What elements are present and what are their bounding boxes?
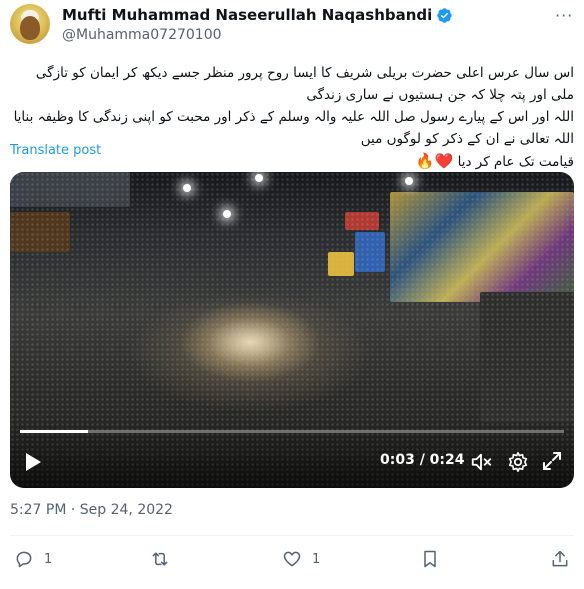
share-icon (552, 550, 568, 567)
post-text-line-1: اس سال عرس اعلی حضرت بریلی شریف کا ایسا … (35, 65, 574, 103)
video-progress-fill (20, 430, 88, 433)
author-name-row[interactable]: Mufti Muhammad Naseerullah Naqashbandi (62, 6, 453, 24)
reply-button[interactable]: 1 (14, 549, 52, 569)
author-handle[interactable]: @Muhamma07270100 (62, 27, 222, 43)
video-progress-bar[interactable] (20, 430, 564, 433)
bookmark-icon (424, 550, 436, 568)
like-count: 1 (312, 551, 321, 567)
mute-icon[interactable] (470, 451, 492, 473)
post-timestamp[interactable]: 5:27 PM · Sep 24, 2022 (10, 502, 173, 518)
avatar[interactable] (10, 4, 50, 44)
avatar-face (20, 16, 40, 40)
play-icon[interactable] (24, 452, 42, 472)
like-button[interactable]: 1 (282, 549, 320, 569)
video-time: 0:03 / 0:24 (380, 452, 465, 468)
retweet-button[interactable] (150, 549, 180, 569)
author-name[interactable]: Mufti Muhammad Naseerullah Naqashbandi (62, 6, 432, 24)
heart-icon (283, 551, 301, 567)
share-button[interactable] (550, 549, 570, 569)
heart-fire-emoji: ❤️🔥 (415, 152, 454, 170)
video-player[interactable]: 0:03 / 0:24 (10, 172, 574, 488)
fullscreen-icon[interactable] (542, 451, 562, 471)
reply-icon (16, 551, 32, 568)
video-light (183, 184, 191, 192)
video-light (223, 210, 231, 218)
video-light (405, 177, 413, 185)
video-controls: 0:03 / 0:24 (10, 422, 574, 488)
retweet-icon (152, 552, 168, 566)
verified-badge-icon (437, 7, 453, 23)
more-options-icon[interactable]: ··· (555, 6, 573, 25)
translate-post-link[interactable]: Translate post (10, 143, 101, 158)
bookmark-button[interactable] (420, 549, 440, 569)
gear-icon[interactable] (507, 451, 529, 473)
video-light (255, 174, 263, 182)
divider (10, 535, 574, 536)
reply-count: 1 (44, 551, 53, 567)
post-text-line-3: قیامت تک عام کر دیا (457, 154, 574, 170)
